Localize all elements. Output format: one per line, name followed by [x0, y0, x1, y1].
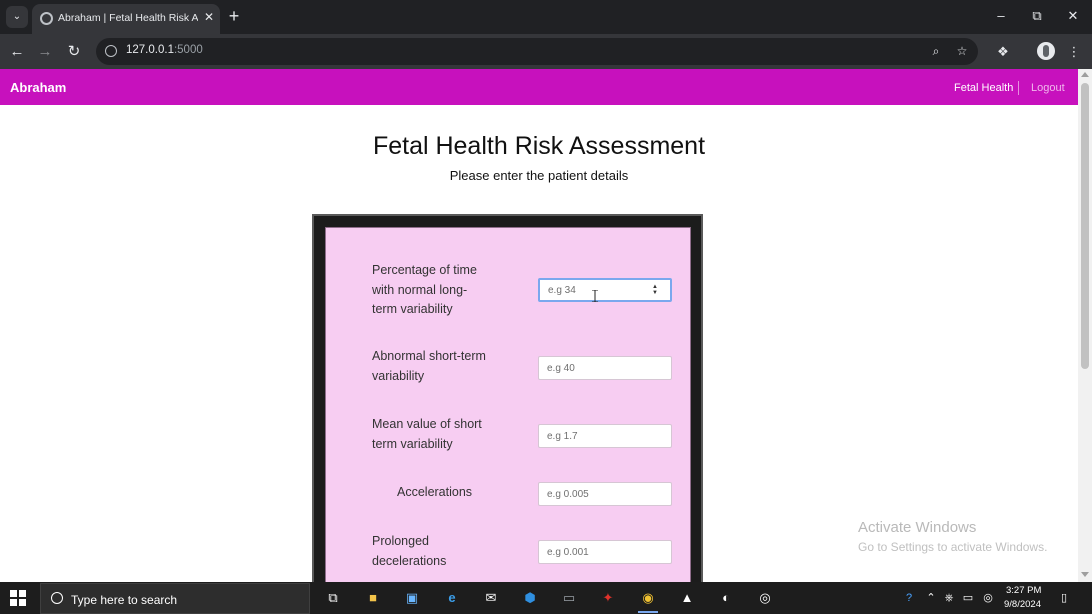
browser-tab[interactable]: Abraham | Fetal Health Risk Ass ✕ [32, 4, 220, 34]
url-text: 127.0.0.1:5000 [126, 44, 203, 56]
brand-link[interactable]: Abraham [10, 80, 66, 95]
notification-icon[interactable]: ▯ [1056, 590, 1072, 606]
page-title: Fetal Health Risk Assessment [372, 132, 706, 160]
field-label-prolonged-decelerations: Prolonged decelerations [372, 534, 447, 568]
taskbar-search[interactable]: Type here to search [40, 583, 310, 614]
zoom-icon[interactable]: ⌕ [928, 43, 944, 59]
menu-icon[interactable]: ⋮ [1064, 42, 1084, 62]
clock-time[interactable]: 3:27 PM [1006, 585, 1041, 596]
input-prolonged-decelerations[interactable] [538, 540, 672, 564]
task-view-icon[interactable]: ⧉ [321, 586, 345, 610]
field-label-normal-ltv: Percentage of time with normal long- ter… [372, 263, 477, 316]
nav-link-logout[interactable]: Logout [1031, 82, 1065, 94]
file-explorer-icon[interactable]: ■ [361, 586, 385, 610]
tab-strip: ⌄ Abraham | Fetal Health Risk Ass ✕ + – … [0, 0, 1092, 34]
back-icon[interactable]: ← [7, 42, 27, 62]
chrome-icon[interactable]: ◉ [636, 586, 660, 613]
edge-icon[interactable]: e [440, 586, 464, 610]
profile-icon[interactable] [1037, 42, 1055, 60]
terminal-icon[interactable]: ▭ [557, 586, 581, 610]
page-scrollbar[interactable] [1078, 69, 1092, 582]
windows-start-icon[interactable] [10, 590, 26, 606]
obs-icon[interactable]: ◐ [714, 586, 738, 610]
plus-icon[interactable]: + [226, 7, 242, 25]
input-abnormal-stv[interactable] [538, 356, 672, 380]
taskbar-search-placeholder: Type here to search [71, 593, 178, 607]
store-icon[interactable]: ▣ [400, 586, 424, 610]
close-window-icon[interactable]: ✕ [1062, 6, 1084, 26]
clock-date[interactable]: 9/8/2024 [1004, 599, 1041, 610]
nav-link-fetal-health[interactable]: Fetal Health [954, 82, 1013, 94]
battery-icon[interactable]: ▭ [960, 590, 976, 606]
activate-windows-title: Activate Windows [858, 519, 977, 536]
extensions-icon[interactable]: ❖ [993, 42, 1013, 62]
field-label-mean-stv: Mean value of short term variability [372, 417, 482, 451]
scroll-down-icon[interactable] [1081, 572, 1089, 577]
star-icon[interactable]: ☆ [954, 43, 970, 59]
site-info-icon[interactable] [105, 45, 117, 57]
spinner-icon[interactable]: ▲ ▼ [651, 284, 659, 296]
network-icon[interactable]: ◎ [980, 590, 996, 606]
browser-toolbar: ← → ↻ 127.0.0.1:5000 ⌕ ☆ ❖ ⋮ [0, 34, 1092, 69]
scroll-thumb[interactable] [1081, 83, 1089, 369]
input-accelerations[interactable] [538, 482, 672, 506]
search-icon [51, 592, 63, 604]
scroll-up-icon[interactable] [1081, 72, 1089, 77]
tab-title: Abraham | Fetal Health Risk Ass [58, 12, 198, 24]
patient-form: Percentage of time with normal long- ter… [325, 227, 691, 582]
taskbar: Type here to search ⧉ ■ ▣ e ✉ ⬢ ▭ ✦ ◉ ▲ … [0, 582, 1092, 614]
activate-windows-subtitle: Go to Settings to activate Windows. [858, 540, 1048, 554]
globe-icon [40, 12, 53, 25]
tab-search-icon[interactable]: ⌄ [6, 6, 28, 28]
restore-icon[interactable]: ⧉ [1026, 6, 1048, 26]
field-label-abnormal-stv: Abnormal short-term variability [372, 349, 486, 383]
input-mean-stv[interactable] [538, 424, 672, 448]
app-icon[interactable]: ◎ [753, 586, 777, 610]
address-bar[interactable]: 127.0.0.1:5000 ⌕ ☆ [96, 38, 978, 65]
close-icon[interactable]: ✕ [202, 10, 216, 24]
page-subtitle: Please enter the patient details [449, 168, 629, 183]
text-cursor-icon [592, 290, 598, 302]
navbar: Abraham Fetal Health Logout [0, 69, 1078, 105]
forward-icon[interactable]: → [35, 42, 55, 62]
minimize-icon[interactable]: – [990, 6, 1012, 26]
mail-icon[interactable]: ✉ [479, 586, 503, 610]
field-label-accelerations: Accelerations [397, 485, 473, 499]
microphone-icon[interactable]: ⎈ [941, 590, 957, 606]
vscode-icon[interactable]: ⬢ [518, 586, 542, 610]
nav-divider [1018, 81, 1019, 95]
help-icon[interactable]: ? [901, 590, 917, 606]
page-viewport: Abraham Fetal Health Logout Fetal Health… [0, 69, 1092, 582]
chevron-up-icon[interactable]: ⌃ [923, 590, 939, 606]
photos-icon[interactable]: ▲ [675, 586, 699, 610]
reload-icon[interactable]: ↻ [64, 42, 84, 62]
acrobat-icon[interactable]: ✦ [596, 586, 620, 610]
form-frame: Percentage of time with normal long- ter… [312, 214, 703, 582]
